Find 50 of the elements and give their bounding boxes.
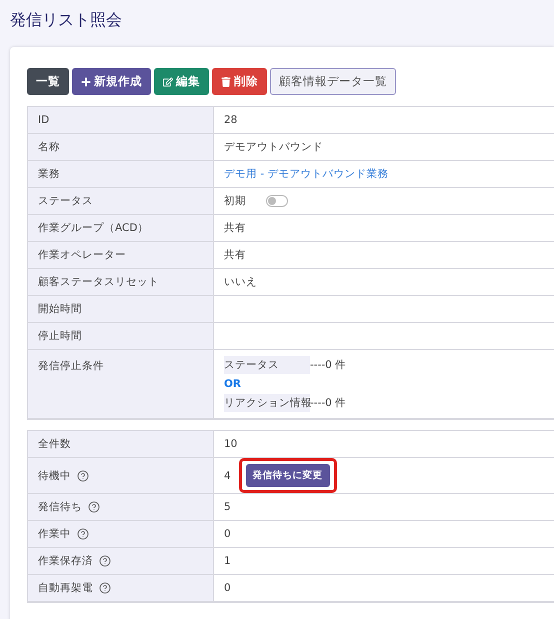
toolbar-button[interactable]: 一覧 [27,68,69,95]
field-value: いいえ [224,275,257,289]
count-value: 0 [224,582,231,594]
page-title: 発信リスト照会 [10,10,123,31]
condition-name: リアクション情報 [224,394,310,412]
count-label: 自動再架電 [38,581,93,595]
field-label: 業務 [28,161,214,188]
field-label: 停止時間 [28,323,214,350]
count-label: 全件数 [38,437,71,451]
toolbar-button[interactable]: 新規作成 [72,68,151,95]
help-icon[interactable] [88,501,100,513]
field-label: 作業グループ（ACD） [28,215,214,242]
trash-icon [221,76,231,86]
help-icon[interactable] [99,555,111,567]
toolbar-button[interactable]: 編集 [154,68,209,95]
field-label: ID [28,107,214,134]
operator-label: OR [224,378,242,390]
field-label: ステータス [28,188,214,215]
count-value: 1 [224,555,231,567]
count-label: 作業中 [38,527,71,541]
condition-count: ----0 件 [310,396,346,410]
field-label: 発信停止条件 [28,350,214,419]
field-label: 名称 [28,134,214,161]
field-value: 共有 [224,248,246,262]
toolbar-button[interactable]: 顧客情報データ一覧 [270,68,396,95]
field-value: 初期 [224,194,246,208]
field-value: 共有 [224,221,246,235]
business-link[interactable]: デモ用 - デモアウトバウンド業務 [224,167,388,181]
status-toggle[interactable] [266,195,288,207]
help-icon[interactable] [77,528,89,540]
count-value: 0 [224,528,231,540]
count-label: 待機中 [38,468,71,482]
condition-count: ----0 件 [310,358,346,372]
field-label: 顧客ステータスリセット [28,269,214,296]
condition-name: ステータス [224,356,310,374]
toolbar-button[interactable]: 削除 [212,68,267,95]
help-icon[interactable] [77,470,89,482]
count-value: 10 [224,438,238,450]
count-label: 発信待ち [38,500,82,514]
change-to-waiting-button[interactable]: 発信待ちに変更 [246,464,330,487]
count-value: 4 [224,470,231,482]
field-value: デモアウトバウンド [224,140,323,154]
help-icon[interactable] [99,582,111,594]
field-label: 開始時間 [28,296,214,323]
plus-icon [81,76,91,86]
count-value: 5 [224,501,231,513]
edit-icon [163,76,173,86]
count-label: 作業保存済 [38,554,93,568]
field-label: 作業オペレーター [28,242,214,269]
field-value: 28 [224,114,238,126]
